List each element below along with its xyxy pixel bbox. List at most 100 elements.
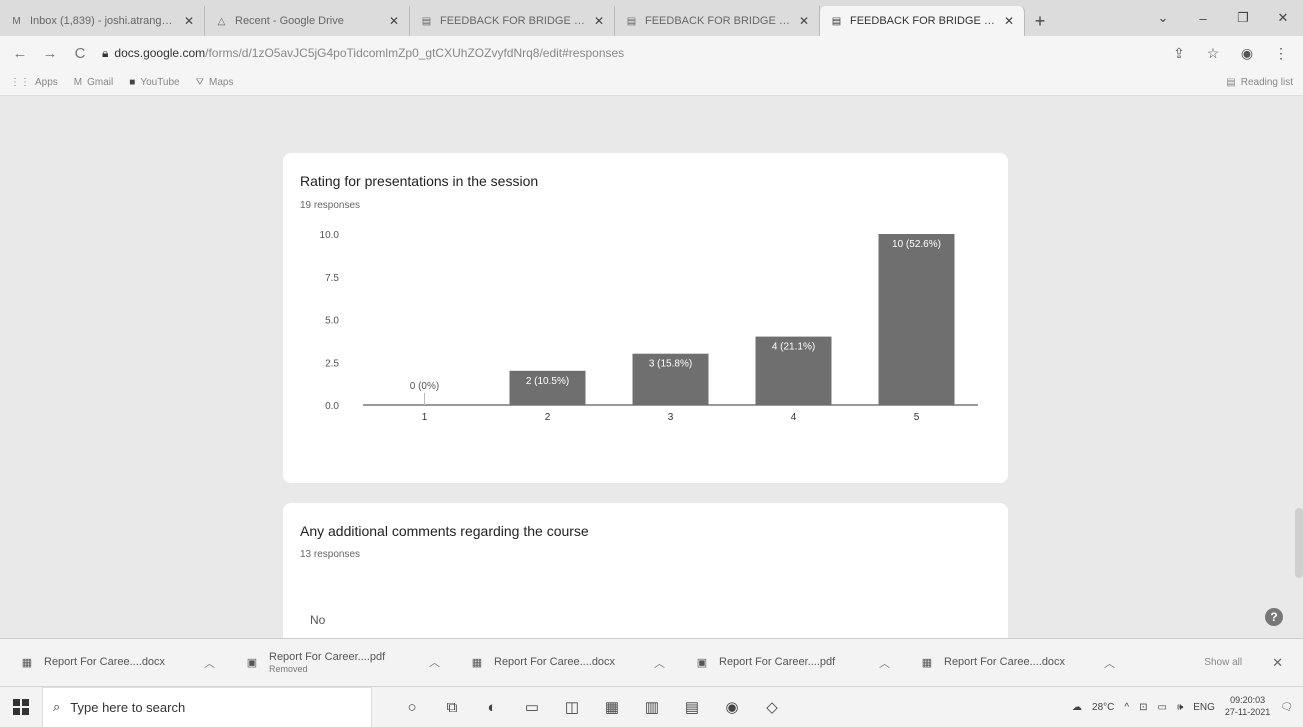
back-icon[interactable]: ← [12, 45, 28, 62]
download-status: Removed [269, 663, 308, 674]
bookmark-gmail[interactable]: M Gmail [74, 77, 113, 88]
word-app-icon[interactable]: ▦ [602, 696, 622, 718]
windows-start-button[interactable] [0, 687, 42, 727]
comment-response: No [310, 613, 326, 627]
file-explorer-icon[interactable]: ▭ [522, 696, 542, 718]
volume-icon[interactable]: 🕪︎ [1177, 702, 1183, 713]
response-count: 19 responses [300, 200, 361, 211]
help-icon[interactable]: ? [1265, 608, 1283, 626]
cortana-icon[interactable]: ○ [402, 696, 422, 718]
bar-data-label: 4 (21.1%) [772, 342, 815, 353]
lock-icon[interactable]: 🔒︎ [102, 46, 108, 61]
tab-feedback-form-active[interactable]: ▤ FEEDBACK FOR BRIDGE COU ✕ [820, 6, 1025, 36]
address-bar[interactable]: 🔒︎ docs.google.com/forms/d/1zO5avJC5jG4p… [102, 41, 1155, 65]
reading-list-button[interactable]: ▤ Reading list [1226, 77, 1293, 88]
chevron-up-icon[interactable]: ︿ [204, 655, 215, 671]
close-window-button[interactable]: ✕ [1263, 10, 1303, 26]
x-tick-label: 4 [791, 412, 797, 423]
excel-app-icon[interactable]: ▤ [682, 696, 702, 718]
y-tick-label: 10.0 [320, 230, 340, 241]
word-doc-icon: ▦ [21, 657, 33, 669]
tab-title: Recent - Google Drive [235, 15, 344, 27]
taskbar-clock[interactable]: 09:20:03 27-11-2021 [1225, 695, 1270, 718]
notifications-icon[interactable]: 🗨︎ [1280, 702, 1293, 713]
bookmark-label: Maps [209, 77, 234, 88]
y-tick-label: 5.0 [325, 316, 339, 327]
share-icon[interactable]: ⇪ [1169, 45, 1189, 62]
gmail-icon: M [12, 15, 21, 27]
address-toolbar: ← → C 🔒︎ docs.google.com/forms/d/1zO5avJ… [0, 36, 1303, 70]
chevron-up-icon[interactable]: ︿ [879, 655, 890, 671]
temperature[interactable]: 28°C [1092, 702, 1114, 713]
x-tick-label: 2 [545, 412, 551, 423]
close-icon[interactable]: ✕ [389, 14, 399, 28]
bookmarks-bar: ⋮⋮ Apps M Gmail ■ YouTube ⛛ Maps ▤ Readi… [0, 70, 1303, 96]
search-placeholder: Type here to search [70, 699, 186, 715]
chevron-up-icon[interactable]: ^ [1124, 702, 1129, 713]
tab-title: FEEDBACK FOR BRIDGE COU [440, 15, 587, 27]
tab-search-icon[interactable]: ⌄ [1143, 10, 1183, 26]
tab-gmail-inbox[interactable]: M Inbox (1,839) - joshi.atrang@... ✕ [0, 6, 205, 36]
close-icon[interactable]: ✕ [184, 14, 194, 28]
downloads-bar: ▦ Report For Caree....docx ︿ ▣ Report Fo… [0, 638, 1303, 686]
download-item[interactable]: ▦ Report For Caree....docx ︿ [470, 655, 665, 671]
question-card-comments: Any additional comments regarding the co… [283, 503, 1008, 638]
question-title: Rating for presentations in the session [300, 173, 539, 189]
new-tab-button[interactable]: + [1025, 6, 1055, 36]
chrome-app-icon[interactable]: ◉ [722, 696, 742, 718]
app-icon[interactable]: ◇ [762, 696, 782, 718]
clock-date: 27-11-2021 [1224, 707, 1271, 717]
y-tick-label: 0.0 [325, 401, 339, 412]
chevron-up-icon[interactable]: ︿ [429, 654, 440, 670]
close-icon[interactable]: ✕ [799, 14, 809, 28]
battery-icon[interactable]: ▭ [1157, 702, 1166, 713]
close-icon[interactable]: ✕ [1004, 14, 1014, 28]
windows-taskbar: ⌕ Type here to search ○ ⧉ ◐ ▭ ◫ ▦ ▥ ▤ ◉ … [0, 686, 1303, 727]
windows-logo-icon [13, 699, 29, 715]
menu-kebab-icon[interactable]: ⋮ [1271, 45, 1291, 62]
powerpoint-app-icon[interactable]: ▥ [642, 696, 662, 718]
bookmark-youtube[interactable]: ■ YouTube [129, 77, 179, 88]
minimize-button[interactable]: – [1183, 11, 1223, 26]
reading-list-icon: ▤ [1226, 77, 1236, 88]
reload-icon[interactable]: C [72, 45, 88, 62]
bookmark-star-icon[interactable]: ☆ [1203, 45, 1223, 62]
forward-icon[interactable]: → [42, 45, 58, 62]
bar-data-label: 0 (0%) [410, 381, 439, 392]
reading-list-label: Reading list [1240, 77, 1293, 88]
bar-chart: 0.0 2.5 5.0 7.5 10.0 0 (0%) 1 2 (10.5%) 2 3 (15.8… [320, 230, 978, 423]
bar-data-label: 10 (52.6%) [892, 239, 941, 250]
edge-browser-icon[interactable]: ◐ [482, 696, 502, 718]
tab-feedback-form-1[interactable]: ▤ FEEDBACK FOR BRIDGE COU ✕ [410, 6, 615, 36]
search-icon: ⌕ [53, 699, 61, 714]
bookmark-maps[interactable]: ⛛ Maps [196, 77, 234, 88]
language-indicator[interactable]: ENG [1193, 702, 1215, 713]
window-controls: ⌄ – ❐ ✕ [1143, 0, 1303, 36]
chevron-up-icon[interactable]: ︿ [654, 655, 665, 671]
taskbar-search-box[interactable]: ⌕ Type here to search [42, 686, 372, 727]
restore-button[interactable]: ❐ [1223, 10, 1263, 26]
close-icon[interactable]: ✕ [594, 14, 604, 28]
show-all-downloads-link[interactable]: Show all [1204, 657, 1242, 668]
chevron-up-icon[interactable]: ︿ [1104, 655, 1115, 671]
forms-icon: ▤ [626, 15, 637, 27]
drive-icon: △ [217, 15, 226, 27]
profile-avatar-icon[interactable]: ◉ [1237, 45, 1257, 62]
bookmark-apps[interactable]: ⋮⋮ Apps [10, 77, 58, 88]
download-item[interactable]: ▣ Report For Career....pdf ︿ [695, 655, 890, 671]
tab-feedback-form-2[interactable]: ▤ FEEDBACK FOR BRIDGE COU ✕ [615, 6, 820, 36]
task-view-icon[interactable]: ⧉ [442, 696, 462, 718]
tab-google-drive[interactable]: △ Recent - Google Drive ✕ [205, 6, 410, 36]
page-scrollbar[interactable] [1295, 508, 1303, 578]
download-item[interactable]: ▦ Report For Caree....docx ︿ [920, 655, 1115, 671]
weather-icon[interactable]: ☁ [1072, 702, 1082, 713]
store-icon[interactable]: ◫ [562, 696, 582, 718]
system-tray: ☁ 28°C ^ ⊡ ▭ 🕪︎ ENG 09:20:03 27-11-2021 … [1072, 695, 1303, 718]
bar-data-label: 3 (15.8%) [649, 359, 692, 370]
download-item[interactable]: ▦ Report For Caree....docx ︿ [20, 655, 215, 671]
close-downloads-icon[interactable]: ✕ [1272, 655, 1283, 671]
network-icon[interactable]: ⊡ [1139, 702, 1147, 713]
maps-icon: ⛛ [195, 77, 205, 88]
clock-time: 09:20:03 [1230, 695, 1266, 706]
download-item[interactable]: ▣ Report For Career....pdf Removed ︿ [245, 651, 440, 675]
